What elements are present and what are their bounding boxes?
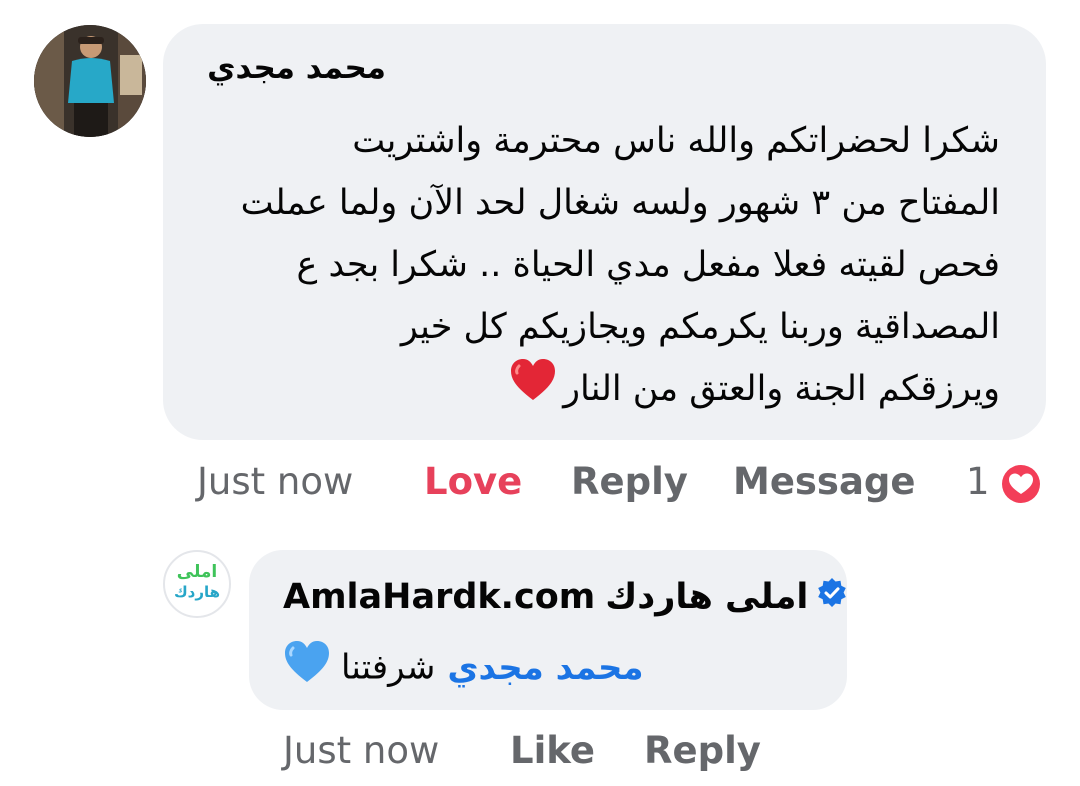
reply-author-site: AmlaHardk.com [283,577,596,617]
logo-text-line1: املى [176,562,218,582]
reply-button[interactable]: Reply [571,458,688,506]
blue-heart-emoji [283,640,331,698]
comment-text-line: شكرا لحضراتكم والله ناس محترمة واشتريت [352,121,1000,161]
reaction-count[interactable]: 1 [966,458,990,506]
reply-text: شرفتنا محمد مجدي [283,640,644,690]
comment-timestamp: Just now [197,460,354,503]
comment-author-name[interactable]: محمد مجدي [207,50,386,86]
comment-actions: Just now Love Reply Message 1 [0,458,1080,506]
reply-author-arabic: املى هاردك [605,577,809,617]
red-heart-emoji [509,358,557,422]
reply-to-reply-button[interactable]: Reply [644,727,761,775]
comment-text-line: فحص لقيته فعلا مفعل مدي الحياة .. شكرا ب… [296,245,1000,285]
page-avatar[interactable]: املى هاردك [163,550,231,618]
commenter-photo [34,25,146,137]
comment-bubble: محمد مجدي شكرا لحضراتكم والله ناس محترمة… [163,24,1046,440]
reply-message: شرفتنا [341,647,436,688]
love-button[interactable]: Love [424,458,522,506]
like-button[interactable]: Like [510,727,595,775]
verified-badge-icon [816,573,848,623]
comment-text-line-last: ويرزقكم الجنة والعتق من النار [241,358,1000,422]
comment-text: شكرا لحضراتكم والله ناس محترمة واشتريت ا… [241,110,1000,422]
comment-text-line: ويرزقكم الجنة والعتق من النار [563,369,1000,409]
commenter-avatar[interactable] [34,25,146,137]
mention-link[interactable]: محمد مجدي [447,648,643,688]
comment-text-line: المصداقية وربنا يكرمكم ويجازيكم كل خير [400,307,1000,347]
reply-actions: Just now Like Reply [0,727,1080,775]
comment-text-line: المفتاح من ٣ شهور ولسه شغال لحد الآن ولم… [240,183,1000,223]
reply-timestamp: Just now [283,729,440,772]
reply-bubble: AmlaHardk.com املى هاردك شرفتنا محمد مجدي [249,550,847,710]
love-reaction-icon[interactable] [997,460,1045,520]
reply-author[interactable]: AmlaHardk.com املى هاردك [283,572,848,622]
message-button[interactable]: Message [733,458,916,506]
logo-text-line2: هاردك [173,583,221,601]
